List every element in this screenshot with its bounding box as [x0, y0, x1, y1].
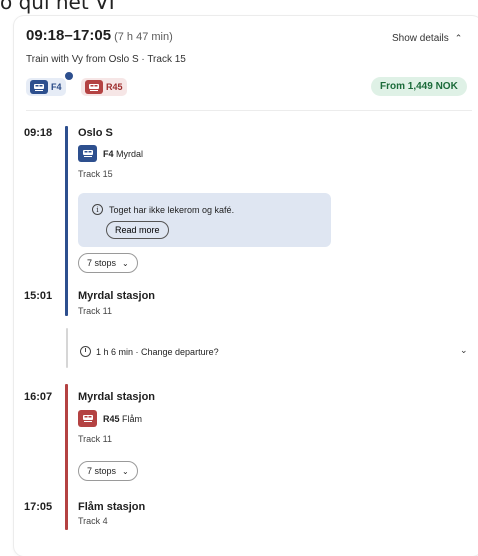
badge-label: R45	[106, 82, 123, 92]
leg-1-arrive-track: Track 11	[78, 306, 113, 316]
leg-1-arrive-station: Myrdal stasjon	[78, 290, 156, 302]
show-details-button[interactable]: Show details ⌃	[392, 33, 462, 44]
duration: (7 h 47 min)	[114, 31, 173, 43]
notice-text: Toget har ikke lekerom og kafé.	[109, 204, 235, 215]
badge-label: F4	[51, 82, 62, 92]
show-details-label: Show details	[392, 33, 449, 44]
leg-2-depart-track: Track 11	[78, 434, 113, 444]
train-destination: Flåm	[122, 413, 143, 424]
leg-1-stops-button[interactable]: 7 stops ⌄	[78, 253, 138, 273]
train-icon	[78, 145, 97, 162]
leg-2-train: R45 Flåm	[78, 410, 142, 427]
leg-1-arrive-time: 15:01	[24, 290, 53, 302]
leg-2-arrive-track: Track 4	[78, 516, 108, 526]
chevron-down-icon[interactable]: ⌄	[460, 345, 468, 356]
top-clipped-text: o qui net VI	[0, 0, 115, 14]
time-range: 09:18–17:05	[26, 27, 112, 44]
leg-1-train: F4 Myrdal	[78, 145, 143, 162]
train-destination: Myrdal	[116, 148, 144, 159]
leg-2-arrive-station: Flåm stasjon	[78, 501, 146, 513]
leg-1-depart-time: 09:18	[24, 127, 53, 139]
notice-dot-icon	[64, 71, 74, 81]
notice-box: i Toget har ikke lekerom og kafé. Read m…	[78, 193, 331, 247]
train-icon	[78, 410, 97, 427]
train-icon	[30, 80, 48, 94]
leg-2-depart-time: 16:07	[24, 391, 53, 403]
clock-icon	[80, 346, 91, 357]
leg-2-line	[65, 384, 68, 530]
chevron-up-icon: ⌃	[454, 33, 463, 43]
header-subtitle: Train with Vy from Oslo S · Track 15	[26, 54, 186, 65]
read-more-button[interactable]: Read more	[106, 221, 169, 239]
change-line	[66, 328, 68, 368]
leg-2-arrive-time: 17:05	[24, 501, 53, 513]
notice-message: i Toget har ikke lekerom og kafé.	[92, 204, 234, 215]
leg-2-stops-button[interactable]: 7 stops ⌄	[78, 461, 138, 481]
change-departure-row[interactable]: 1 h 6 min · Change departure?	[80, 346, 219, 357]
leg-1-depart-track: Track 15	[78, 169, 113, 179]
badge-r45: R45	[81, 78, 127, 96]
chevron-down-icon: ⌄	[122, 258, 129, 268]
price-badge: From 1,449 NOK	[371, 77, 467, 96]
stops-label: 7 stops	[87, 258, 117, 268]
train-code: F4	[103, 148, 114, 159]
train-code: R45	[103, 413, 120, 424]
stops-label: 7 stops	[87, 466, 117, 476]
leg-1-line	[65, 126, 68, 316]
header-time-range: 09:18–17:05 (7 h 47 min)	[26, 27, 173, 44]
leg-1-depart-station: Oslo S	[78, 127, 113, 139]
chevron-down-icon: ⌄	[122, 466, 129, 476]
leg-2-depart-station: Myrdal stasjon	[78, 391, 156, 403]
change-text: 1 h 6 min · Change departure?	[96, 346, 219, 357]
badge-f4: F4	[26, 78, 66, 96]
train-icon	[85, 80, 103, 94]
info-icon: i	[92, 204, 103, 215]
divider	[26, 110, 472, 111]
